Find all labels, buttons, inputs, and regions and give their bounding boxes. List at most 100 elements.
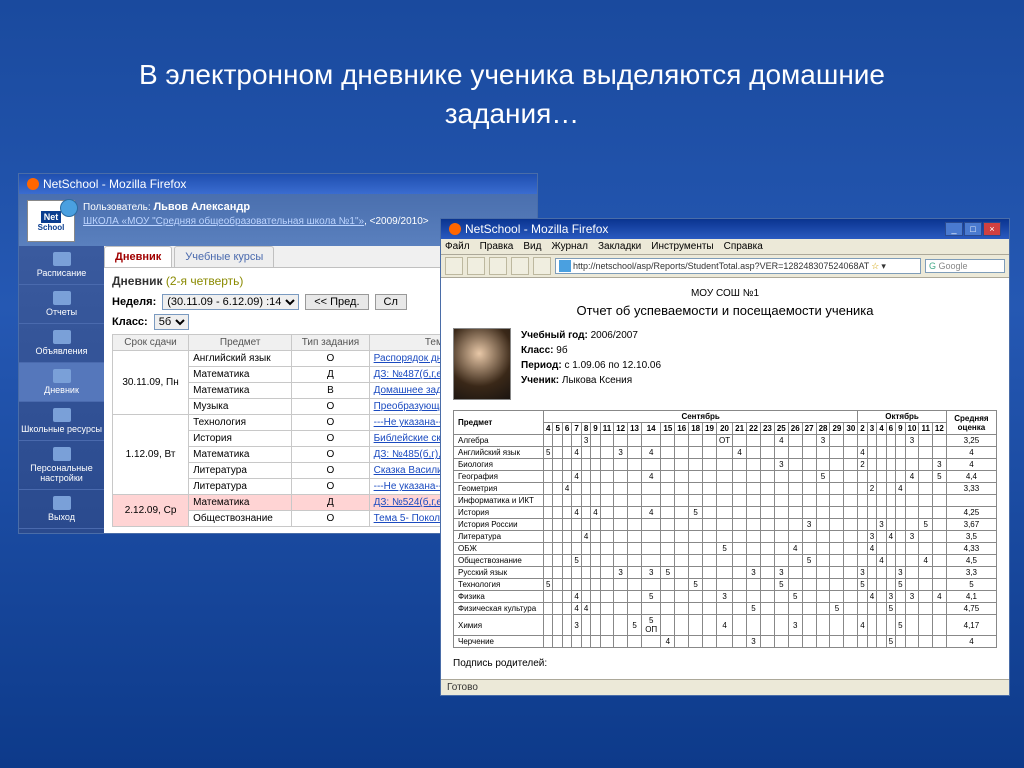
grade-cell bbox=[553, 543, 562, 555]
sidebar-item[interactable]: Расписание bbox=[19, 246, 104, 285]
day-header: 15 bbox=[661, 423, 675, 435]
grade-cell bbox=[788, 555, 802, 567]
close-button[interactable]: × bbox=[983, 222, 1001, 236]
grade-cell bbox=[919, 531, 932, 543]
grade-cell bbox=[600, 519, 613, 531]
avg-cell: 4,1 bbox=[946, 591, 996, 603]
back-icon[interactable] bbox=[445, 257, 463, 275]
grade-cell bbox=[553, 495, 562, 507]
grade-cell bbox=[600, 531, 613, 543]
grade-cell bbox=[562, 447, 571, 459]
nav-icon bbox=[53, 252, 71, 266]
grade-cell bbox=[572, 636, 581, 648]
address-bar[interactable]: http://netschool/asp/Reports/StudentTota… bbox=[555, 258, 921, 274]
sidebar-item[interactable]: Отчеты bbox=[19, 285, 104, 324]
grade-cell bbox=[919, 435, 932, 447]
grade-cell bbox=[572, 483, 581, 495]
grade-cell bbox=[844, 495, 858, 507]
grade-row: История44454,25 bbox=[454, 507, 997, 519]
grade-cell bbox=[661, 603, 675, 615]
grade-cell bbox=[905, 615, 919, 636]
home-icon[interactable] bbox=[533, 257, 551, 275]
grade-cell bbox=[733, 435, 747, 447]
grade-row: Геометрия4243,33 bbox=[454, 483, 997, 495]
grade-cell bbox=[816, 447, 830, 459]
grade-cell: 4 bbox=[867, 591, 876, 603]
grade-cell bbox=[628, 636, 642, 648]
tab-diary[interactable]: Дневник bbox=[104, 246, 172, 267]
menu-item[interactable]: Инструменты bbox=[651, 241, 713, 252]
grade-cell bbox=[661, 531, 675, 543]
type-cell: В bbox=[292, 383, 369, 399]
grade-cell bbox=[614, 591, 628, 603]
grade-cell bbox=[877, 447, 886, 459]
grade-cell: 4 bbox=[572, 447, 581, 459]
grade-cell bbox=[886, 483, 895, 495]
grade-cell bbox=[614, 471, 628, 483]
grade-cell bbox=[628, 579, 642, 591]
sidebar-item[interactable]: Персональные настройки bbox=[19, 441, 104, 490]
grade-cell bbox=[867, 495, 876, 507]
forward-icon[interactable] bbox=[467, 257, 485, 275]
menu-item[interactable]: Журнал bbox=[551, 241, 588, 252]
grade-cell: 4 bbox=[919, 555, 932, 567]
type-cell: О bbox=[292, 399, 369, 415]
menu-item[interactable]: Справка bbox=[724, 241, 763, 252]
stop-icon[interactable] bbox=[511, 257, 529, 275]
status-bar: Готово bbox=[441, 679, 1009, 695]
maximize-button[interactable]: □ bbox=[964, 222, 982, 236]
grade-cell bbox=[553, 519, 562, 531]
day-header: 23 bbox=[760, 423, 774, 435]
grade-cell bbox=[562, 603, 571, 615]
grade-cell bbox=[802, 507, 816, 519]
next-week-button[interactable]: Сл bbox=[375, 294, 407, 310]
grade-cell: 3 bbox=[614, 447, 628, 459]
school-link[interactable]: ШКОЛА «МОУ "Средняя общеобразовательная … bbox=[83, 216, 364, 227]
grade-cell bbox=[774, 447, 788, 459]
menu-item[interactable]: Вид bbox=[523, 241, 541, 252]
grade-cell bbox=[628, 603, 642, 615]
homework-link[interactable]: ---Не указана--- bbox=[374, 417, 446, 428]
homework-link[interactable]: Распорядок дня bbox=[374, 353, 448, 364]
sidebar-item[interactable]: Объявления bbox=[19, 324, 104, 363]
menu-item[interactable]: Закладки bbox=[598, 241, 641, 252]
grade-cell bbox=[733, 519, 747, 531]
prev-week-button[interactable]: << Пред. bbox=[305, 294, 368, 310]
grade-cell: 4 bbox=[642, 507, 661, 519]
minimize-button[interactable]: _ bbox=[945, 222, 963, 236]
grade-cell bbox=[886, 507, 895, 519]
grade-cell bbox=[642, 459, 661, 471]
sidebar-item[interactable]: Дневник bbox=[19, 363, 104, 402]
grade-cell bbox=[591, 495, 600, 507]
homework-link[interactable]: ---Не указана--- bbox=[374, 481, 446, 492]
day-header: 22 bbox=[747, 423, 761, 435]
grade-cell bbox=[747, 447, 761, 459]
avg-cell: 4 bbox=[946, 459, 996, 471]
grade-cell bbox=[905, 555, 919, 567]
window-title: NetSchool - Mozilla Firefox bbox=[43, 177, 186, 191]
class-select[interactable]: 5б bbox=[154, 314, 189, 330]
search-box[interactable]: G Google bbox=[925, 259, 1005, 273]
menu-item[interactable]: Файл bbox=[445, 241, 470, 252]
grade-cell: 3 bbox=[642, 567, 661, 579]
week-select[interactable]: (30.11.09 - 6.12.09) :14 bbox=[162, 294, 299, 310]
grade-cell bbox=[581, 543, 590, 555]
tab-courses[interactable]: Учебные курсы bbox=[174, 246, 274, 267]
bookmark-star-icon[interactable]: ☆ bbox=[871, 261, 879, 272]
sidebar-item[interactable]: Школьные ресурсы bbox=[19, 402, 104, 441]
grade-cell: 4 bbox=[905, 471, 919, 483]
sidebar-item[interactable]: Выход bbox=[19, 490, 104, 529]
avg-cell: 4,25 bbox=[946, 507, 996, 519]
grade-cell bbox=[858, 495, 867, 507]
grade-cell bbox=[877, 435, 886, 447]
dropdown-icon[interactable]: ▾ bbox=[881, 261, 886, 272]
grade-row: Черчение4354 bbox=[454, 636, 997, 648]
grade-cell bbox=[703, 495, 717, 507]
grade-cell bbox=[614, 495, 628, 507]
menu-item[interactable]: Правка bbox=[480, 241, 514, 252]
reload-icon[interactable] bbox=[489, 257, 507, 275]
report-title: Отчет об успеваемости и посещаемости уче… bbox=[453, 303, 997, 318]
grade-cell bbox=[600, 459, 613, 471]
grade-cell bbox=[675, 555, 689, 567]
grade-cell: 4 bbox=[932, 591, 946, 603]
